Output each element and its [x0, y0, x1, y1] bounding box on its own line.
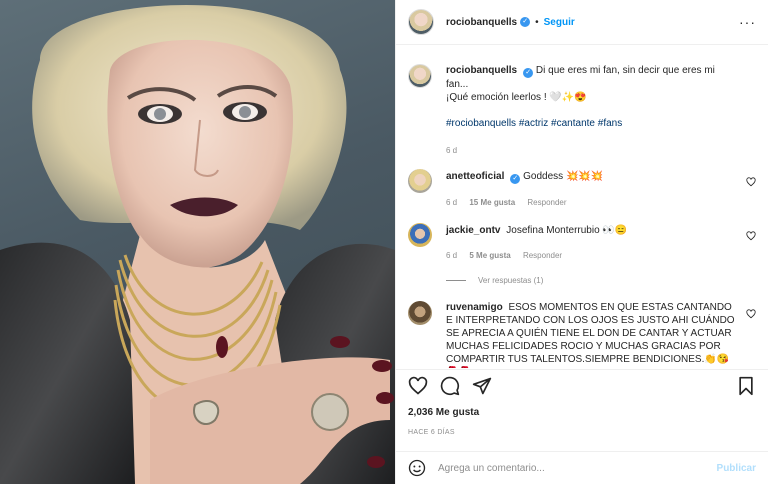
heart-icon[interactable] — [408, 376, 428, 396]
caption: rociobanquells ✓ Di que eres mi fan, sin … — [408, 64, 756, 157]
verified-icon: ✓ — [523, 68, 534, 78]
comment-meta: 6 d 15 Me gusta Responder — [446, 196, 738, 209]
comments-list[interactable]: rociobanquells ✓ Di que eres mi fan, sin … — [396, 46, 768, 368]
post-header: rociobanquells ✓ • Seguir ··· — [396, 0, 768, 45]
like-comment-heart-icon[interactable] — [746, 231, 756, 241]
comment-input[interactable] — [438, 462, 717, 474]
emoji-icon[interactable] — [408, 459, 426, 477]
separator-dot: • — [535, 16, 539, 28]
action-bar — [396, 369, 768, 402]
portrait-image — [0, 5, 395, 484]
replies-divider — [446, 280, 466, 281]
likes-count[interactable]: 2,036 Me gusta — [408, 407, 479, 418]
post-photo[interactable] — [0, 0, 395, 484]
reply-button[interactable]: Responder — [527, 198, 566, 207]
comment-username[interactable]: ruvenamigo — [446, 302, 503, 313]
comment-time[interactable]: 6 d — [446, 198, 457, 207]
reply-button[interactable]: Responder — [523, 251, 562, 260]
comment-text: Goddess 💥💥💥 — [523, 171, 604, 182]
comment-time[interactable]: 6 d — [446, 251, 457, 260]
like-comment-heart-icon[interactable] — [746, 177, 756, 187]
comment-item: jackie_ontv Josefina Monterrubio 👀😑 6 d … — [408, 223, 756, 262]
share-icon[interactable] — [472, 376, 492, 396]
comment-body: jackie_ontv Josefina Monterrubio 👀😑 6 d … — [446, 223, 756, 262]
post-timestamp[interactable]: HACE 6 DÍAS — [408, 429, 455, 436]
comment-body: anetteoficial ✓ Goddess 💥💥💥 6 d 15 Me gus… — [446, 169, 756, 209]
comment-body: ruvenamigo ESOS MOMENTOS EN QUE ESTAS CA… — [446, 301, 756, 368]
caption-avatar[interactable] — [408, 64, 432, 88]
verified-icon: ✓ — [520, 17, 531, 27]
view-replies-button[interactable]: Ver respuestas (1) — [446, 276, 756, 285]
comment-item: ruvenamigo ESOS MOMENTOS EN QUE ESTAS CA… — [408, 301, 756, 368]
comment-icon[interactable] — [440, 376, 460, 396]
post-sidebar: rociobanquells ✓ • Seguir ··· rociobanqu… — [395, 0, 768, 484]
comment-likes[interactable]: 5 Me gusta — [469, 251, 510, 260]
caption-hashtags[interactable]: #rociobanquells #actriz #cantante #fans — [446, 117, 738, 130]
view-replies-label: Ver respuestas (1) — [478, 276, 544, 285]
bookmark-icon[interactable] — [736, 376, 756, 396]
comment-item: anetteoficial ✓ Goddess 💥💥💥 6 d 15 Me gus… — [408, 169, 756, 209]
caption-username[interactable]: rociobanquells — [446, 65, 517, 76]
author-username[interactable]: rociobanquells — [446, 17, 517, 28]
comment-text: Josefina Monterrubio 👀😑 — [506, 225, 628, 236]
comment-avatar[interactable] — [408, 169, 432, 193]
caption-line-1: rociobanquells ✓ Di que eres mi fan, sin … — [446, 64, 738, 91]
comment-username[interactable]: jackie_ontv — [446, 225, 500, 236]
comment-avatar[interactable] — [408, 223, 432, 247]
comment-meta: 6 d 5 Me gusta Responder — [446, 249, 738, 262]
like-comment-heart-icon[interactable] — [746, 309, 756, 319]
follow-button[interactable]: Seguir — [544, 17, 575, 28]
comment-likes[interactable]: 15 Me gusta — [469, 198, 515, 207]
add-comment-bar: Publicar — [396, 451, 768, 484]
caption-body: rociobanquells ✓ Di que eres mi fan, sin … — [446, 64, 756, 157]
author-avatar[interactable] — [408, 9, 434, 35]
verified-icon: ✓ — [510, 174, 521, 184]
caption-time[interactable]: 6 d — [446, 144, 738, 157]
more-icon[interactable]: ··· — [739, 14, 756, 30]
caption-line-2: ¡Qué emoción leerlos ! 🤍✨😍 — [446, 92, 587, 103]
comment-avatar[interactable] — [408, 301, 432, 325]
comment-username[interactable]: anetteoficial — [446, 171, 504, 182]
publish-button[interactable]: Publicar — [717, 463, 756, 474]
